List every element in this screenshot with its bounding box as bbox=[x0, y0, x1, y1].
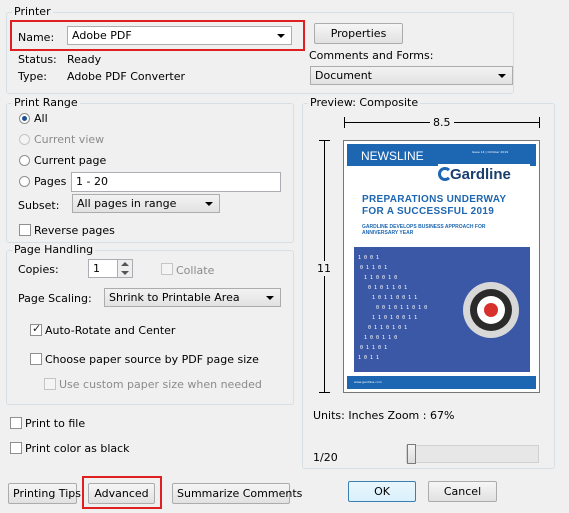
svg-text:0 1 1 0 1 0 1: 0 1 1 0 1 0 1 bbox=[368, 325, 407, 331]
comments-forms-value: Document bbox=[315, 69, 372, 82]
preview-legend: Preview: Composite bbox=[308, 96, 421, 109]
page-scaling-select[interactable]: Shrink to Printable Area bbox=[104, 288, 281, 307]
radio-all-label[interactable]: All bbox=[34, 112, 48, 125]
print-range-legend: Print Range bbox=[12, 96, 80, 109]
svg-text:1 0 1 1: 1 0 1 1 bbox=[358, 355, 379, 361]
choose-paper-source-label[interactable]: Choose paper source by PDF page size bbox=[45, 353, 259, 366]
svg-text:1 1 0 0 1 0: 1 1 0 0 1 0 bbox=[364, 275, 397, 281]
svg-text:1 0 0 1 1 0: 1 0 0 1 1 0 bbox=[364, 335, 397, 341]
auto-rotate-label[interactable]: Auto-Rotate and Center bbox=[45, 324, 175, 337]
svg-text:0 1 0 1 1 0 1: 0 1 0 1 1 0 1 bbox=[368, 285, 407, 291]
radio-current-page[interactable] bbox=[19, 155, 30, 166]
units-zoom-label: Units: Inches Zoom : 67% bbox=[313, 409, 455, 422]
page-handling-legend: Page Handling bbox=[12, 243, 96, 256]
radio-current-view-label: Current view bbox=[34, 133, 105, 146]
subset-label: Subset: bbox=[18, 199, 60, 212]
radio-all[interactable] bbox=[19, 113, 30, 124]
properties-button[interactable]: Properties bbox=[314, 23, 403, 44]
auto-rotate-checkbox[interactable] bbox=[30, 322, 42, 336]
copies-stepper[interactable] bbox=[117, 259, 133, 278]
footer-url: www.gardline.com bbox=[354, 380, 382, 384]
svg-text:1 1 0 1 0 0 1 1: 1 1 0 1 0 0 1 1 bbox=[372, 315, 417, 321]
summarize-comments-button[interactable]: Summarize Comments bbox=[172, 483, 302, 504]
svg-text:0 1 1 0 1: 0 1 1 0 1 bbox=[360, 265, 387, 271]
print-color-black-checkbox[interactable] bbox=[10, 442, 22, 454]
type-value: Adobe PDF Converter bbox=[67, 70, 186, 83]
printer-legend: Printer bbox=[12, 5, 53, 18]
status-label: Status: bbox=[18, 53, 57, 66]
subhead-line2: ANNIVERSARY YEAR bbox=[362, 230, 414, 236]
page-slider-thumb[interactable] bbox=[407, 444, 416, 464]
height-dimension-label: 11 bbox=[317, 261, 331, 276]
svg-text:1 0 0 1: 1 0 0 1 bbox=[358, 255, 379, 261]
comments-forms-select[interactable]: Document bbox=[310, 66, 513, 85]
binary-arrow-illustration: 1 0 0 1 0 1 1 0 1 1 1 0 0 1 0 0 1 0 1 1 0 … bbox=[358, 255, 519, 361]
svg-text:0 0 1 0 1 1 0 1 0: 0 0 1 0 1 1 0 1 0 bbox=[376, 305, 427, 311]
pages-input[interactable]: 1 - 20 bbox=[71, 172, 281, 192]
copies-label: Copies: bbox=[18, 263, 59, 276]
radio-pages-label[interactable]: Pages bbox=[34, 175, 66, 188]
reverse-pages-label[interactable]: Reverse pages bbox=[34, 224, 115, 237]
radio-current-view bbox=[19, 134, 30, 145]
printing-tips-button[interactable]: Printing Tips bbox=[8, 483, 81, 504]
issue-text: Issue 14 | October 2019 bbox=[472, 150, 509, 154]
headline: PREPARATIONS UNDERWAY FOR A SUCCESSFUL 2… bbox=[362, 194, 506, 218]
headline-line2: FOR A SUCCESSFUL 2019 bbox=[362, 206, 495, 217]
chevron-down-icon bbox=[498, 74, 506, 78]
stepper-up-icon[interactable] bbox=[121, 262, 129, 266]
chevron-down-icon bbox=[205, 202, 213, 206]
svg-text:0 1 1 0 1: 0 1 1 0 1 bbox=[360, 345, 387, 351]
collate-label: Collate bbox=[176, 264, 215, 277]
height-dimension-tick-top bbox=[319, 140, 330, 141]
subset-value: All pages in range bbox=[77, 197, 177, 210]
svg-text:1 0 1 1 0 0 1 1: 1 0 1 1 0 0 1 1 bbox=[372, 295, 417, 301]
page-indicator: 1/20 bbox=[313, 451, 338, 464]
target-icon bbox=[463, 282, 519, 338]
print-color-black-label[interactable]: Print color as black bbox=[25, 442, 130, 455]
cover-image: 1 0 0 1 0 1 1 0 1 1 1 0 0 1 0 0 1 0 1 1 0 … bbox=[354, 247, 530, 372]
ok-button[interactable]: OK bbox=[348, 481, 416, 502]
print-to-file-checkbox[interactable] bbox=[10, 417, 22, 429]
cancel-button[interactable]: Cancel bbox=[428, 481, 497, 502]
subheadline: GARDLINE DEVELOPS BUSINESS APPROACH FOR … bbox=[362, 224, 485, 236]
page-slider-track[interactable] bbox=[406, 445, 539, 463]
headline-line1: PREPARATIONS UNDERWAY bbox=[362, 194, 507, 205]
subset-select[interactable]: All pages in range bbox=[72, 194, 220, 213]
print-to-file-label[interactable]: Print to file bbox=[25, 417, 85, 430]
width-dimension-tick-left bbox=[344, 117, 345, 128]
page-scaling-label: Page Scaling: bbox=[18, 292, 92, 305]
collate-checkbox bbox=[161, 263, 173, 275]
radio-pages[interactable] bbox=[19, 176, 30, 187]
width-dimension-tick-right bbox=[539, 117, 540, 128]
type-label: Type: bbox=[18, 70, 47, 83]
reverse-pages-checkbox[interactable] bbox=[19, 224, 31, 236]
gardline-logo: Gardline bbox=[438, 164, 530, 186]
radio-current-page-label[interactable]: Current page bbox=[34, 154, 106, 167]
comments-forms-label: Comments and Forms: bbox=[309, 49, 434, 62]
choose-paper-source-checkbox[interactable] bbox=[30, 353, 42, 365]
height-dimension-tick-bottom bbox=[319, 392, 330, 393]
name-highlight bbox=[10, 20, 305, 51]
status-value: Ready bbox=[67, 53, 102, 66]
page-preview: NEWSLINE Issue 14 | October 2019 Gardlin… bbox=[343, 140, 540, 393]
custom-paper-size-label: Use custom paper size when needed bbox=[59, 378, 262, 391]
company-logo-text: Gardline bbox=[450, 166, 511, 183]
advanced-highlight bbox=[82, 476, 162, 509]
custom-paper-size-checkbox bbox=[44, 378, 56, 390]
stepper-down-icon[interactable] bbox=[121, 271, 129, 275]
width-dimension-label: 8.5 bbox=[430, 116, 454, 129]
newsletter-brand: NEWSLINE bbox=[361, 149, 424, 163]
page-scaling-value: Shrink to Printable Area bbox=[109, 291, 240, 304]
chevron-down-icon bbox=[266, 296, 274, 300]
copies-value: 1 bbox=[93, 262, 100, 275]
